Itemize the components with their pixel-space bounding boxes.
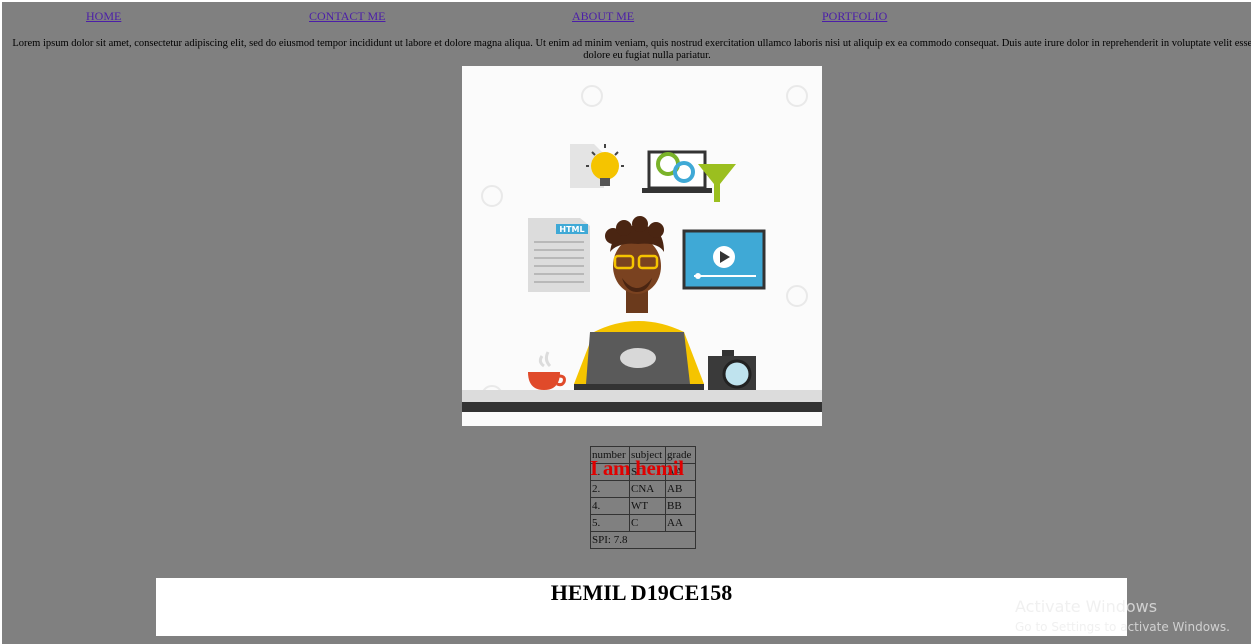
footer-banner: HEMIL D19CE158 <box>156 578 1127 636</box>
windows-activation-watermark: Activate Windows Go to Settings to activ… <box>1015 597 1230 634</box>
overlay-heading: I am hemil <box>590 456 684 480</box>
table-cell: CNA <box>629 480 666 498</box>
spi-cell: SPI: 7.8 <box>590 531 696 549</box>
nav-link-about[interactable]: ABOUT ME <box>572 9 634 24</box>
desk-edge <box>462 402 822 412</box>
watermark-line2: Go to Settings to activate Windows. <box>1015 620 1230 634</box>
table-row: 4. WT BB <box>590 497 696 515</box>
nav-link-contact[interactable]: CONTACT ME <box>309 9 386 24</box>
table-cell: 2. <box>590 480 630 498</box>
intro-paragraph: Lorem ipsum dolor sit amet, consectetur … <box>12 38 1251 61</box>
table-cell: BB <box>665 497 696 515</box>
hero-illustration: HTML <box>462 66 822 426</box>
table-cell: C <box>629 514 666 532</box>
table-footer-row: SPI: 7.8 <box>590 531 696 549</box>
table-cell: WT <box>629 497 666 515</box>
table-cell: 4. <box>590 497 630 515</box>
html-document-icon: HTML <box>528 218 590 292</box>
nav-link-home[interactable]: HOME <box>86 9 121 24</box>
table-cell: AA <box>665 514 696 532</box>
camera-icon <box>708 350 756 390</box>
video-player-icon <box>682 229 766 290</box>
watermark-line1: Activate Windows <box>1015 597 1158 616</box>
table-cell: AB <box>665 480 696 498</box>
laptop-gears-icon <box>642 150 712 193</box>
laptop-icon <box>574 332 704 390</box>
page: HOME CONTACT ME ABOUT ME PORTFOLIO Lorem… <box>2 2 1251 644</box>
developer-illustration: HTML <box>462 66 822 426</box>
html-badge-label: HTML <box>559 225 584 234</box>
footer-title: HEMIL D19CE158 <box>550 580 733 605</box>
table-row: 2. CNA AB <box>590 480 696 498</box>
nav-link-portfolio[interactable]: PORTFOLIO <box>822 9 887 24</box>
desk-top <box>462 390 822 402</box>
table-row: 5. C AA <box>590 514 696 532</box>
table-cell: 5. <box>590 514 630 532</box>
